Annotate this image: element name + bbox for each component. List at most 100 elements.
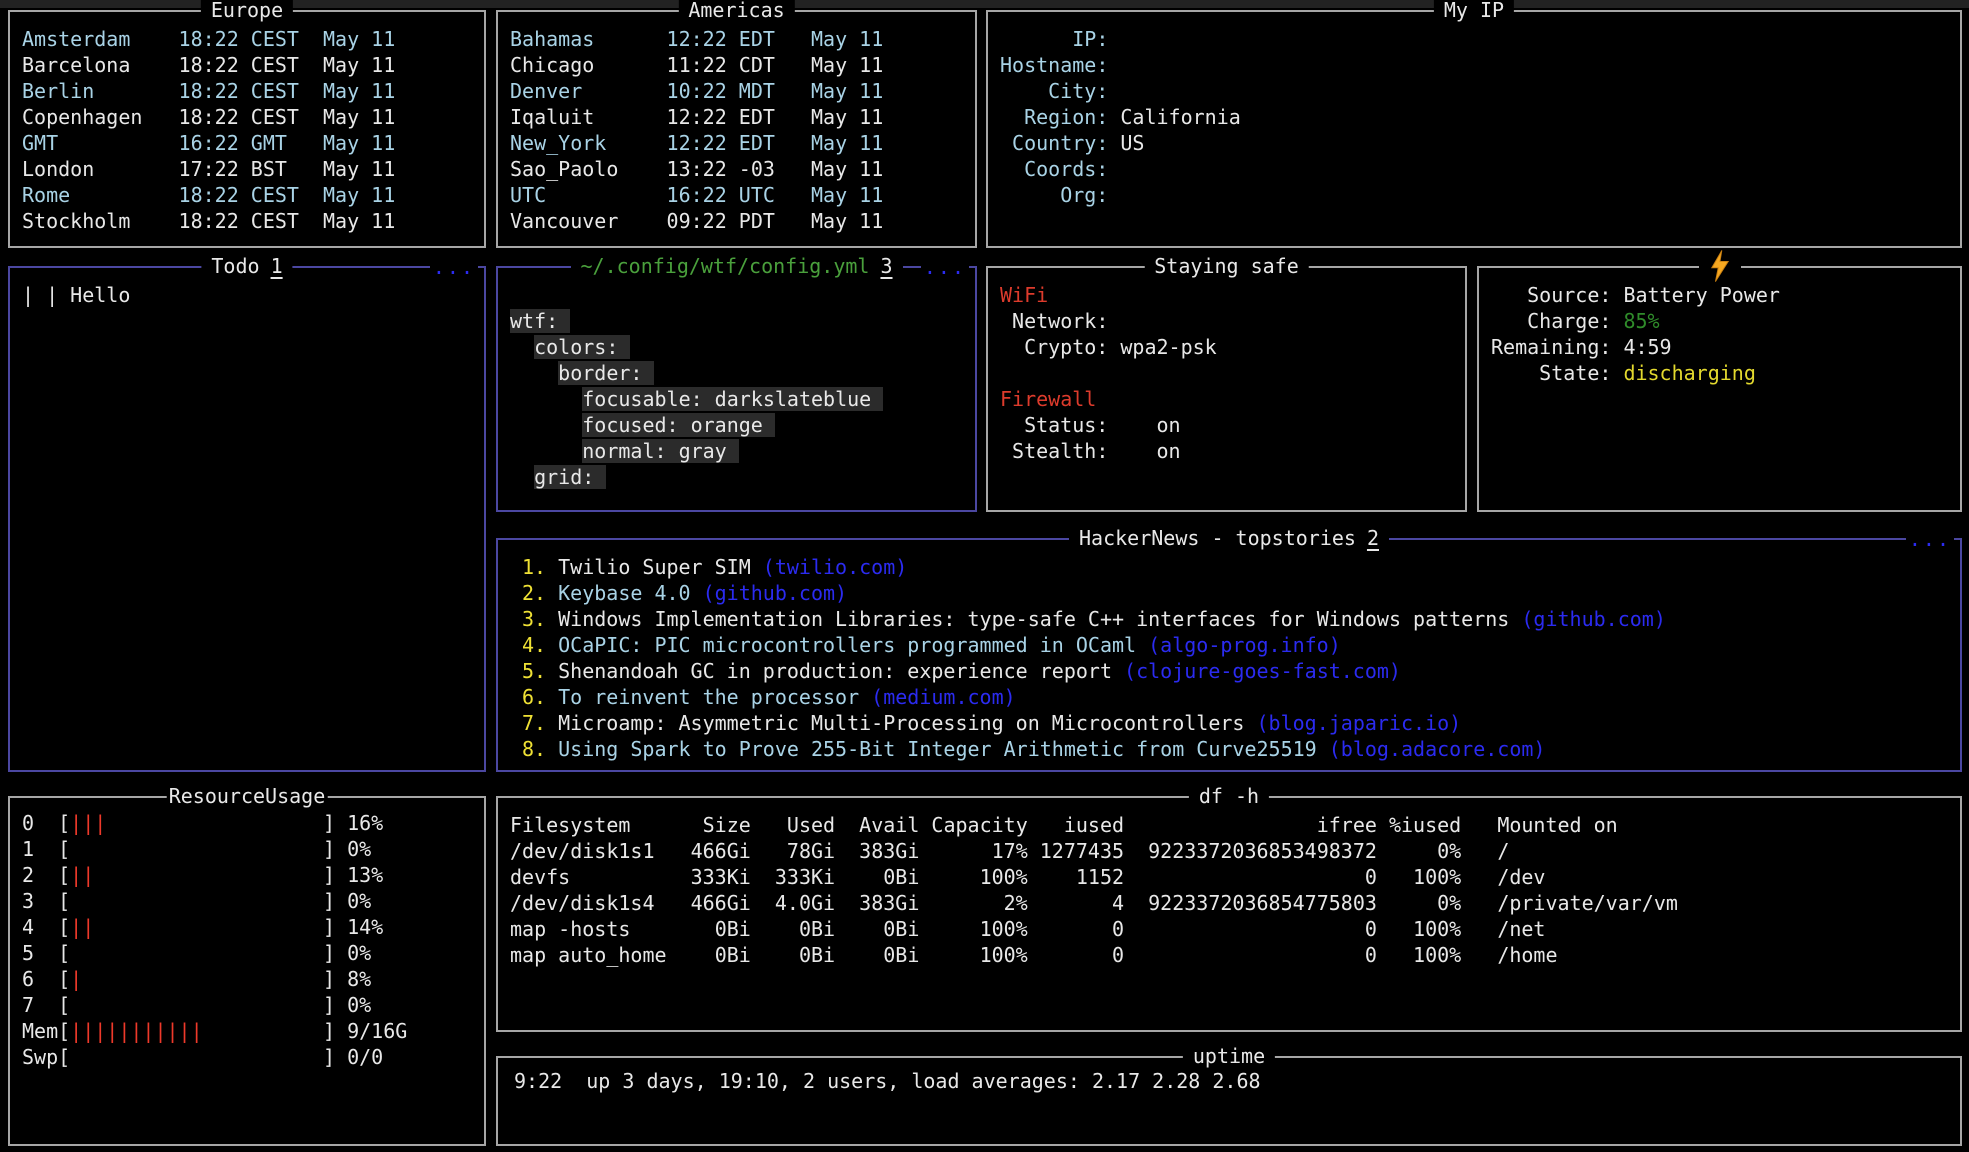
clock-row: Vancouver09:22 PDTMay 11 — [510, 208, 963, 234]
panel-title-my-ip: My IP — [1434, 0, 1514, 23]
df-cell: 0 — [1028, 942, 1124, 968]
resource-value: 0% — [347, 992, 371, 1018]
panel-hackernews[interactable]: HackerNews - topstories2 ... 1.Twilio Su… — [496, 538, 1962, 772]
df-row: /dev/disk1s1466Gi78Gi383Gi17%12774359223… — [510, 838, 1948, 864]
bar-open-bracket: [ — [58, 992, 70, 1018]
clock-time: 12:22 EDT — [667, 26, 811, 52]
story-title[interactable]: Using Spark to Prove 255-Bit Integer Ari… — [558, 736, 1317, 762]
security-label: Stealth: — [1000, 438, 1108, 464]
hackernews-story-row[interactable]: 8.Using Spark to Prove 255-Bit Integer A… — [522, 736, 1948, 762]
config-code-text: border: — [558, 361, 654, 385]
clock-row: Iqaluit12:22 EDTMay 11 — [510, 104, 963, 130]
story-domain-link[interactable]: (twilio.com) — [763, 554, 908, 580]
clock-row: Bahamas12:22 EDTMay 11 — [510, 26, 963, 52]
resource-label: 2 — [22, 862, 58, 888]
story-domain-link[interactable]: (algo-prog.info) — [1148, 632, 1341, 658]
story-title[interactable]: Shenandoah GC in production: experience … — [558, 658, 1112, 684]
story-title[interactable]: Keybase 4.0 — [558, 580, 690, 606]
hackernews-story-row[interactable]: 6.To reinvent the processor(medium.com) — [522, 684, 1948, 710]
security-section: WiFiNetwork:Crypto:wpa2-psk — [1000, 282, 1453, 360]
story-domain-link[interactable]: (github.com) — [703, 580, 848, 606]
story-rank: 5. — [522, 658, 546, 684]
clock-date: May 11 — [323, 182, 395, 208]
ip-info-label: IP: — [1000, 26, 1108, 52]
story-domain-link[interactable]: (clojure-goes-fast.com) — [1124, 658, 1401, 684]
security-list: WiFiNetwork:Crypto:wpa2-pskFirewallStatu… — [988, 268, 1465, 464]
ip-info-row: City: — [1000, 78, 1948, 104]
bar-open-bracket: [ — [58, 940, 70, 966]
story-domain-link[interactable]: (blog.adacore.com) — [1329, 736, 1546, 762]
clock-city: New_York — [510, 130, 667, 156]
clock-time: 16:22 UTC — [667, 182, 811, 208]
story-domain-link[interactable]: (blog.japaric.io) — [1256, 710, 1461, 736]
df-table: FilesystemSizeUsedAvailCapacityiusedifre… — [498, 798, 1960, 968]
df-cell: 1277435 — [1028, 838, 1124, 864]
bar-close-bracket: ] — [323, 862, 335, 888]
resource-value: 0/0 — [347, 1044, 383, 1070]
df-cell: 466Gi — [667, 890, 751, 916]
clock-city: Denver — [510, 78, 667, 104]
story-title[interactable]: Twilio Super SIM — [558, 554, 751, 580]
config-code-line: focusable: darkslateblue — [510, 386, 963, 412]
config-code-text: grid: — [534, 465, 606, 489]
resource-bar — [70, 992, 323, 1018]
ip-info-label: Country: — [1000, 130, 1108, 156]
bar-open-bracket: [ — [58, 966, 70, 992]
clock-city: Vancouver — [510, 208, 667, 234]
story-title[interactable]: OCaPIC: PIC microcontrollers programmed … — [558, 632, 1136, 658]
battery-label: Charge: — [1491, 308, 1611, 334]
panel-battery: Source:Battery PowerCharge:85%Remaining:… — [1477, 266, 1962, 512]
panel-title-text: ResourceUsage — [169, 784, 326, 808]
panel-config-file[interactable]: ~/.config/wtf/config.yml3 ... wtf:colors… — [496, 266, 977, 512]
clock-time: 18:22 CEST — [179, 208, 323, 234]
security-row: Status:on — [1000, 412, 1453, 438]
hackernews-story-row[interactable]: 1.Twilio Super SIM(twilio.com) — [522, 554, 1948, 580]
clock-row: UTC16:22 UTCMay 11 — [510, 182, 963, 208]
hackernews-story-row[interactable]: 7.Microamp: Asymmetric Multi-Processing … — [522, 710, 1948, 736]
bar-open-bracket: [ — [58, 862, 70, 888]
df-cell: 78Gi — [751, 838, 835, 864]
hackernews-story-row[interactable]: 2.Keybase 4.0(github.com) — [522, 580, 1948, 606]
df-cell: map -hosts — [510, 916, 667, 942]
df-cell: 0Bi — [751, 916, 835, 942]
df-row: map -hosts0Bi0Bi0Bi100%00100%/net — [510, 916, 1948, 942]
df-cell: /dev/disk1s1 — [510, 838, 667, 864]
clock-date: May 11 — [323, 208, 395, 234]
hackernews-story-row[interactable]: 4.OCaPIC: PIC microcontrollers programme… — [522, 632, 1948, 658]
df-cell: 0% — [1377, 838, 1461, 864]
story-title[interactable]: Microamp: Asymmetric Multi-Processing on… — [558, 710, 1244, 736]
hackernews-story-row[interactable]: 3.Windows Implementation Libraries: type… — [522, 606, 1948, 632]
resource-bar — [70, 888, 323, 914]
hackernews-story-row[interactable]: 5. Shenandoah GC in production: experienc… — [522, 658, 1948, 684]
clock-time: 17:22 BST — [179, 156, 323, 182]
more-indicator-icon: ... — [1906, 526, 1954, 552]
resource-usage-row: 3[]0% — [22, 888, 472, 914]
ip-info-label: Hostname: — [1000, 52, 1108, 78]
panel-title-resource-usage: ResourceUsage — [167, 783, 328, 809]
df-cell: 2% — [919, 890, 1027, 916]
ip-info-row: IP: — [1000, 26, 1948, 52]
clock-city: Berlin — [22, 78, 179, 104]
todo-item[interactable]: | | Hello — [22, 282, 472, 308]
battery-row: Source:Battery Power — [1491, 282, 1948, 308]
resource-value: 0% — [347, 888, 371, 914]
security-row: Crypto:wpa2-psk — [1000, 334, 1453, 360]
clock-row: Denver10:22 MDTMay 11 — [510, 78, 963, 104]
story-title[interactable]: Windows Implementation Libraries: type-s… — [558, 606, 1509, 632]
clock-city: Amsterdam — [22, 26, 179, 52]
bar-close-bracket: ] — [323, 836, 335, 862]
panel-title-text: HackerNews - topstories — [1079, 526, 1356, 550]
story-title[interactable]: To reinvent the processor — [558, 684, 859, 710]
story-domain-link[interactable]: (github.com) — [1521, 606, 1666, 632]
bar-close-bracket: ] — [323, 810, 335, 836]
df-cell: 333Ki — [751, 864, 835, 890]
panel-todo[interactable]: Todo1 ... | | Hello — [8, 266, 486, 772]
panel-uptime: uptime 9:22 up 3 days, 19:10, 2 users, l… — [496, 1056, 1962, 1146]
resource-value: 0% — [347, 940, 371, 966]
bar-close-bracket: ] — [323, 1044, 335, 1070]
df-cell: 100% — [919, 864, 1027, 890]
df-cell: 383Gi — [835, 838, 919, 864]
panel-title-text: Americas — [688, 0, 784, 22]
story-domain-link[interactable]: (medium.com) — [871, 684, 1016, 710]
battery-label: State: — [1491, 360, 1611, 386]
